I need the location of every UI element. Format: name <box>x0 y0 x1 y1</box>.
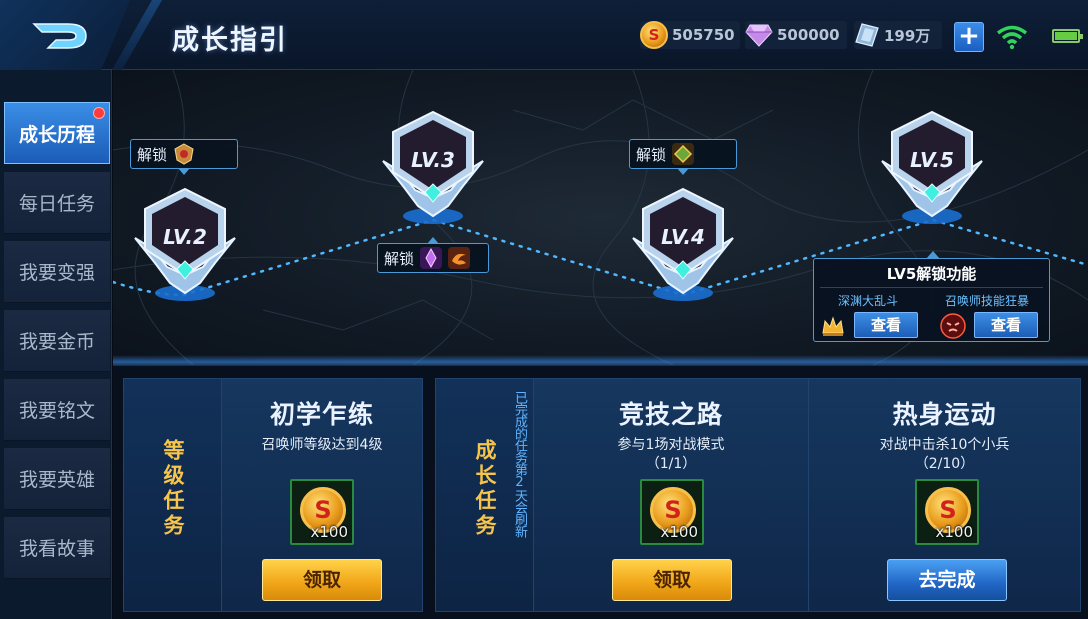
level-badge-lv5: LV.5 <box>881 110 983 224</box>
crown-icon <box>822 316 844 336</box>
task-title: 初学乍练 <box>269 400 374 429</box>
voucher-value: 199万 <box>884 26 931 45</box>
sidebar-item-get-runes[interactable]: 我要铭文 <box>4 379 110 441</box>
sidebar-item-get-stronger[interactable]: 我要变强 <box>4 241 110 303</box>
task-progress: （2/10） <box>914 456 975 472</box>
sidebar-item-label: 我要铭文 <box>18 400 95 422</box>
feature-name: 召唤师技能狂暴 <box>945 294 1030 308</box>
level-task-group: 等级任务 初学乍练 召唤师等级达到4级 S x100 领取 <box>123 378 423 612</box>
group-label-column: 成长任务 已完成的任务第2天会刷新 <box>436 379 534 611</box>
sidebar: 成长历程 每日任务 我要变强 我要金币 我要铭文 我要英雄 我看故事 <box>0 70 112 619</box>
sidebar-item-label: 成长历程 <box>18 123 95 146</box>
lv5-unlock-panel: LV5解锁功能 深渊大乱斗 召唤师技能狂暴 查看 查看 <box>813 251 1050 342</box>
battery-icon <box>1052 29 1083 43</box>
level-label: LV.4 <box>661 225 705 249</box>
level-badge-lv4: LV.4 <box>632 187 734 301</box>
growth-task-group: 成长任务 已完成的任务第2天会刷新 竞技之路 参与1场对战模式 （1/1） S … <box>435 378 1081 612</box>
gold-coin-icon: S <box>640 21 668 49</box>
skill-swirl-icon <box>448 247 471 269</box>
task-description: 召唤师等级达到4级 <box>261 437 383 453</box>
diamond-icon <box>745 24 773 47</box>
notification-dot <box>93 107 105 119</box>
task-card: 竞技之路 参与1场对战模式 （1/1） S x100 领取 <box>534 379 808 611</box>
reward-quantity: x100 <box>660 523 698 541</box>
wifi-icon <box>996 25 1028 50</box>
unlock-label: 解锁 <box>384 249 415 268</box>
unlock-label: 解锁 <box>137 145 168 164</box>
level-label: LV.3 <box>411 148 455 172</box>
sidebar-item-label: 我看故事 <box>18 538 95 560</box>
reward-slot[interactable]: S x100 <box>640 479 704 545</box>
unlock-label: 解锁 <box>636 145 667 164</box>
view-button[interactable]: 查看 <box>854 312 918 338</box>
claim-button[interactable]: 领取 <box>612 559 732 601</box>
lv5-panel-title: LV5解锁功能 <box>886 265 977 283</box>
task-description: 对战中击杀10个小兵 <box>879 437 1010 453</box>
claim-button[interactable]: 领取 <box>262 559 382 601</box>
task-card: 热身运动 对战中击杀10个小兵 （2/10） S x100 去完成 <box>808 379 1080 611</box>
page-title: 成长指引 <box>172 25 288 56</box>
add-currency-button[interactable]: + <box>954 22 984 52</box>
task-title: 热身运动 <box>892 400 997 429</box>
lv4-unlock-tag[interactable]: 解锁 <box>629 139 737 175</box>
group-label-column: 等级任务 <box>124 379 222 611</box>
reward-quantity: x100 <box>310 523 348 541</box>
diamond-value: 500000 <box>777 26 840 44</box>
sidebar-item-label: 每日任务 <box>18 193 95 215</box>
sidebar-item-label: 我要金币 <box>18 331 95 353</box>
voucher-icon <box>855 23 879 47</box>
sidebar-item-stories[interactable]: 我看故事 <box>4 517 110 579</box>
sidebar-item-daily-tasks[interactable]: 每日任务 <box>4 172 110 234</box>
gold-coin-counter: S 505750 <box>640 21 740 49</box>
view-button[interactable]: 查看 <box>974 312 1038 338</box>
lv3-unlock-tag[interactable]: 解锁 <box>377 237 489 273</box>
level-label: LV.5 <box>910 148 954 172</box>
task-progress: （1/1） <box>645 456 697 472</box>
group-label: 成长任务 <box>473 439 497 539</box>
top-bar: 成长指引 S 505750 500000 199万 + <box>0 0 1088 70</box>
reward-slot[interactable]: S x100 <box>915 479 979 545</box>
back-button[interactable] <box>0 0 130 70</box>
lv2-unlock-tag[interactable]: 解锁 <box>130 139 238 175</box>
go-complete-button[interactable]: 去完成 <box>887 559 1007 601</box>
reward-slot[interactable]: S x100 <box>290 479 354 545</box>
voucher-counter: 199万 <box>854 21 942 49</box>
feature-name: 深渊大乱斗 <box>838 294 899 308</box>
divider <box>820 287 1043 288</box>
sidebar-item-get-gold[interactable]: 我要金币 <box>4 310 110 372</box>
level-badge-lv2: LV.2 <box>134 187 236 301</box>
sidebar-item-get-heroes[interactable]: 我要英雄 <box>4 448 110 510</box>
sidebar-item-growth-history[interactable]: 成长历程 <box>4 102 110 164</box>
level-label: LV.2 <box>163 225 207 249</box>
back-arrow-icon <box>32 23 87 49</box>
task-card: 初学乍练 召唤师等级达到4级 S x100 领取 <box>222 379 422 611</box>
group-label: 等级任务 <box>161 439 185 539</box>
map-mode-icon <box>672 143 695 165</box>
crystal-icon <box>420 247 443 269</box>
reward-quantity: x100 <box>935 523 973 541</box>
task-description: 参与1场对战模式 <box>617 437 725 453</box>
diamond-counter: 500000 <box>745 21 847 49</box>
task-title: 竞技之路 <box>618 400 723 429</box>
rage-icon <box>940 313 966 339</box>
rank-emblem-icon <box>174 143 194 165</box>
refresh-note: 已完成的任务第2天会刷新 <box>512 391 527 537</box>
sidebar-item-label: 我要英雄 <box>18 469 95 491</box>
level-badge-lv3: LV.3 <box>382 110 484 224</box>
gold-coin-value: 505750 <box>672 26 735 44</box>
sidebar-item-label: 我要变强 <box>18 262 95 284</box>
